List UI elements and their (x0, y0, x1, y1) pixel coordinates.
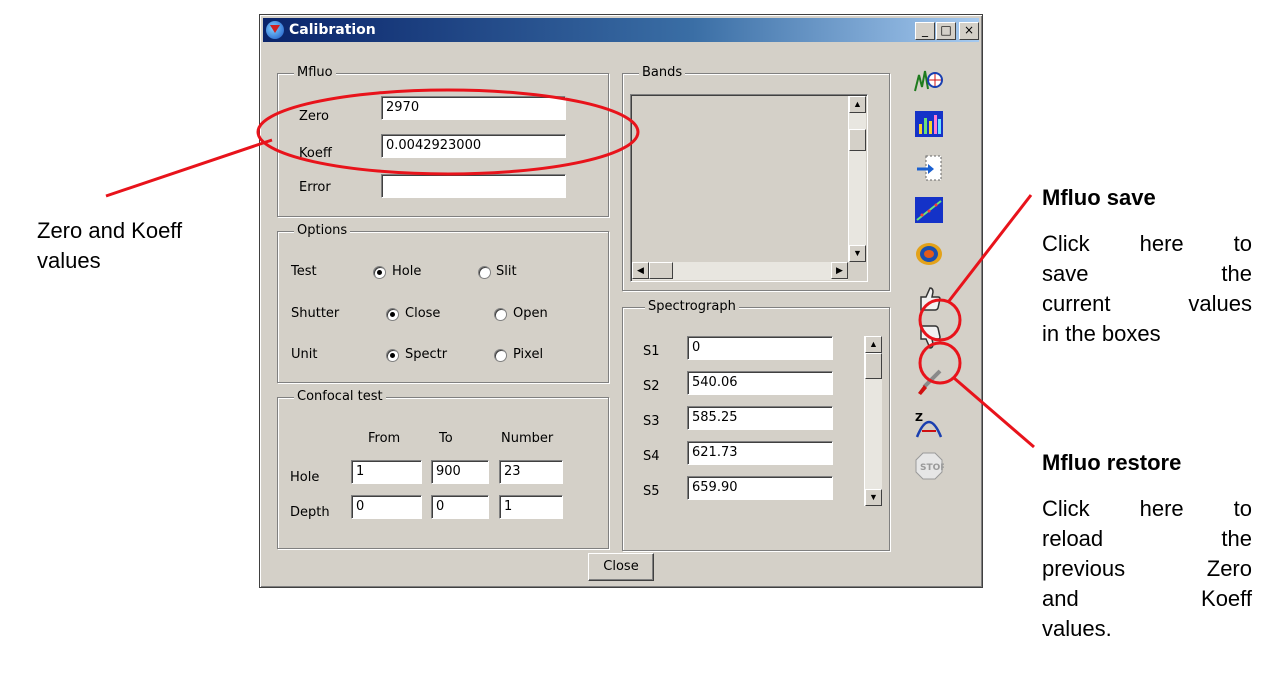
save-annotation-line4: in the boxes (1042, 321, 1161, 346)
restore-annotation-line3: previous Zero (1042, 556, 1252, 581)
restore-annotation-line5: values. (1042, 616, 1112, 641)
restore-annotation: Mfluo restore Click here to reload the p… (1042, 450, 1252, 644)
save-annotation-line3: current values (1042, 291, 1252, 316)
restore-callout-line (953, 376, 1035, 449)
restore-annotation-line2: reload the (1042, 526, 1252, 551)
save-annotation-line2: save the (1042, 261, 1252, 286)
save-callout-line (947, 194, 1033, 302)
save-highlight-circle (918, 298, 962, 342)
left-annotation-line2: values (37, 248, 101, 273)
save-annotation: Mfluo save Click here to save the curren… (1042, 185, 1252, 349)
zero-koeff-highlight-ellipse (256, 88, 640, 176)
save-annotation-title: Mfluo save (1042, 185, 1156, 210)
restore-annotation-line4: and Koeff (1042, 586, 1252, 611)
restore-highlight-circle (918, 341, 962, 385)
restore-annotation-line1: Click here to (1042, 496, 1252, 521)
save-annotation-line1: Click here to (1042, 231, 1252, 256)
left-annotation-line1: Zero and Koeff (37, 218, 183, 243)
left-annotation: Zero and Koeff values (37, 216, 182, 276)
left-callout-line (105, 138, 273, 198)
restore-annotation-title: Mfluo restore (1042, 450, 1182, 475)
